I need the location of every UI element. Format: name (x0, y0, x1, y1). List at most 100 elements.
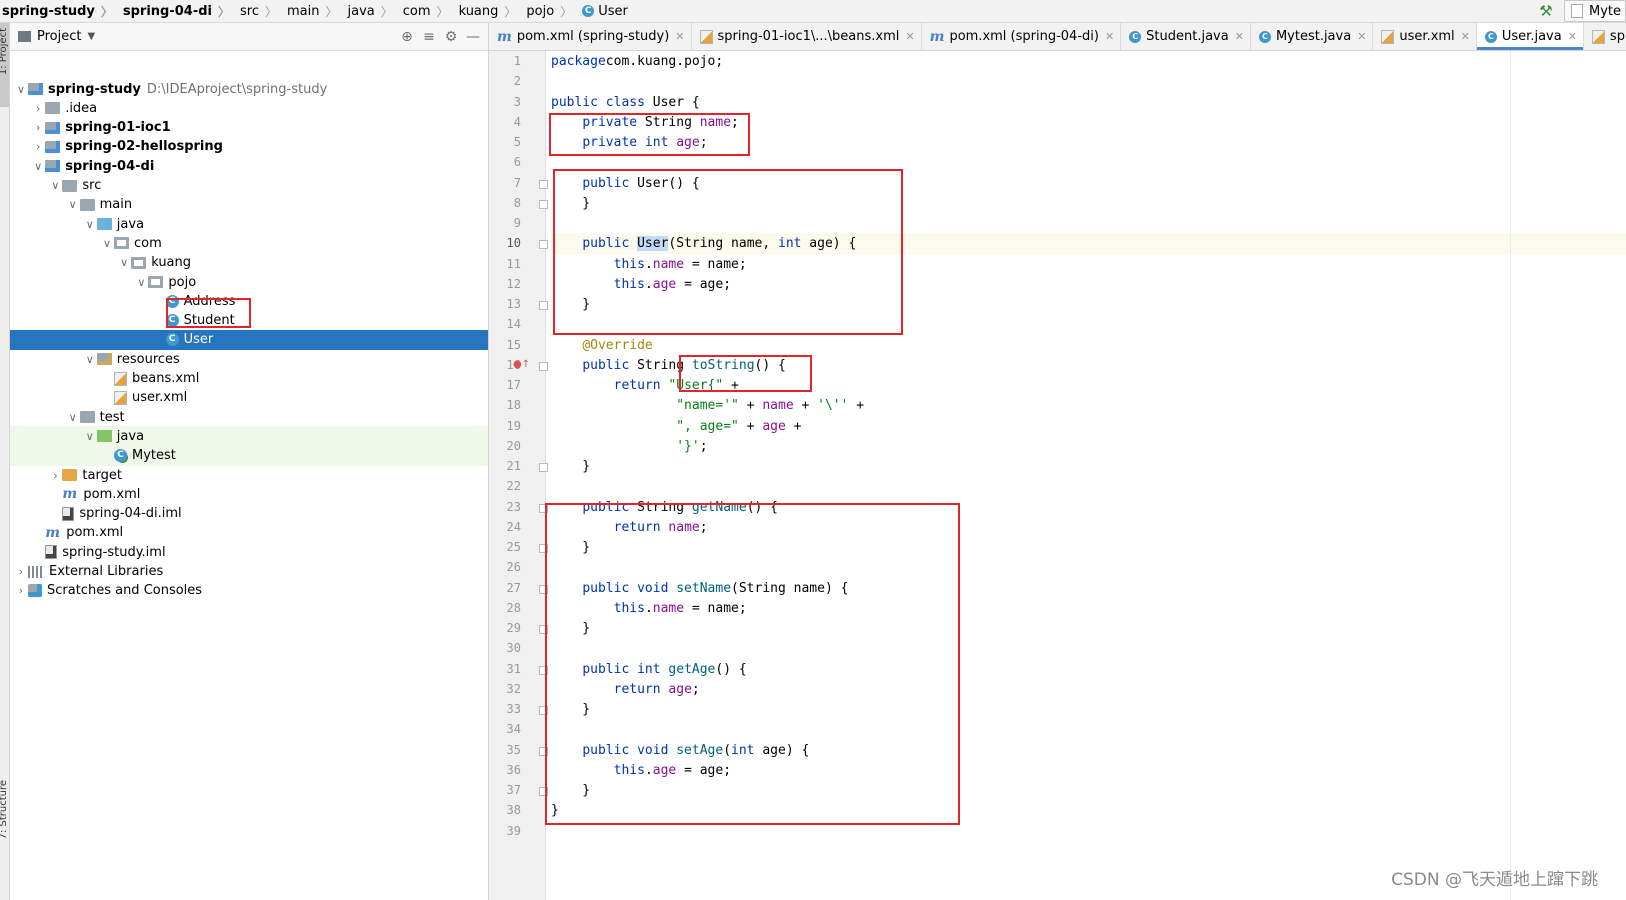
fold-marker-icon[interactable] (539, 706, 548, 715)
code-line[interactable]: this.age = age; (551, 274, 1626, 295)
minimize-icon[interactable]: — (462, 29, 484, 45)
fold-marker-icon[interactable] (539, 625, 548, 634)
tree-item[interactable]: spring-study.iml (10, 542, 488, 562)
fold-marker-icon[interactable] (539, 746, 548, 756)
fold-marker-icon[interactable] (539, 665, 548, 675)
tree-item[interactable]: ∨ src (10, 176, 488, 196)
editor-tab[interactable]: m pom.xml (spring-study) ✕ (489, 23, 692, 50)
tree-item[interactable]: user.xml (10, 388, 488, 408)
tree-item[interactable]: C User (10, 329, 488, 350)
tree-item[interactable]: m pom.xml (10, 484, 488, 504)
code-line[interactable]: "name='" + name + '\'' + (551, 395, 1626, 416)
editor-tab[interactable]: C Mytest.java ✕ (1251, 23, 1374, 50)
editor-tab[interactable]: spring-01-ioc1\...\beans.xml ✕ (692, 23, 922, 50)
tree-item[interactable]: ∨ com (10, 233, 488, 253)
chevron-down-icon[interactable]: ∨ (134, 276, 148, 289)
chevron-down-icon[interactable]: ∨ (117, 256, 131, 269)
tree-item[interactable]: › spring-01-ioc1 (10, 118, 488, 138)
chevron-down-icon[interactable]: ∨ (83, 430, 97, 443)
breadcrumb-item[interactable]: java 〉 (342, 0, 397, 22)
chevron-down-icon[interactable]: ∨ (66, 411, 80, 424)
gear-icon[interactable]: ⚙ (440, 29, 462, 45)
code-line[interactable]: } (551, 618, 1626, 639)
chevron-right-icon[interactable]: › (14, 584, 28, 597)
editor-tab[interactable]: spring-04-di\...\ (1584, 23, 1626, 50)
tree-item[interactable]: m pom.xml (10, 523, 488, 543)
tree-item[interactable]: ∨ java (10, 214, 488, 234)
tree-item[interactable]: › target (10, 465, 488, 485)
breadcrumb-item[interactable]: C User (576, 0, 632, 22)
code-line[interactable] (551, 821, 1626, 842)
code-line[interactable]: public User(String name, int age) { (551, 233, 1626, 255)
breadcrumb-item[interactable]: kuang 〉 (453, 0, 521, 22)
editor-tab[interactable]: m pom.xml (spring-04-di) ✕ (922, 23, 1122, 50)
code-line[interactable] (551, 213, 1626, 234)
chevron-right-icon[interactable]: › (31, 102, 45, 115)
tree-item[interactable]: ∨ resources (10, 349, 488, 369)
chevron-right-icon[interactable]: › (48, 469, 62, 482)
chevron-down-icon[interactable]: ∨ (31, 160, 45, 173)
fold-marker-icon[interactable] (539, 240, 548, 250)
code-line[interactable]: } (551, 294, 1626, 315)
code-line[interactable] (551, 476, 1626, 497)
locate-file-icon[interactable]: ⊕ (396, 29, 418, 45)
code-line[interactable]: this.name = name; (551, 598, 1626, 619)
fold-marker-icon[interactable] (539, 787, 548, 796)
tree-item[interactable]: › External Libraries (10, 562, 488, 582)
code-line[interactable]: public String getName() { (551, 497, 1626, 518)
code-line[interactable]: return age; (551, 679, 1626, 700)
breadcrumb-item[interactable]: pojo 〉 (520, 0, 576, 22)
tree-item[interactable]: spring-04-di.iml (10, 504, 488, 524)
editor-tab[interactable]: user.xml ✕ (1373, 23, 1477, 50)
code-line[interactable]: public User() { (551, 173, 1626, 194)
tree-item[interactable]: C Mytest (10, 445, 488, 466)
code-line[interactable]: private String name; (551, 112, 1626, 133)
close-icon[interactable]: ✕ (675, 30, 684, 43)
code-line[interactable]: this.name = name; (551, 254, 1626, 275)
chevron-down-icon[interactable]: ∨ (83, 353, 97, 366)
fold-marker-icon[interactable] (539, 584, 548, 594)
close-icon[interactable]: ✕ (1105, 30, 1114, 43)
tree-item[interactable]: › Scratches and Consoles (10, 581, 488, 601)
chevron-right-icon[interactable]: › (14, 565, 28, 578)
chevron-down-icon[interactable]: ∨ (66, 198, 80, 211)
run-configuration-selector[interactable]: Myte (1564, 0, 1626, 22)
tree-item[interactable]: C Student (10, 311, 488, 331)
code-line[interactable]: ", age=" + age + (551, 416, 1626, 437)
close-icon[interactable]: ✕ (1568, 30, 1577, 43)
code-line[interactable]: public String toString() { (551, 355, 1626, 376)
tree-item[interactable]: ∨ kuang (10, 253, 488, 273)
code-line[interactable]: } (551, 537, 1626, 558)
code-line[interactable]: private int age; (551, 132, 1626, 153)
code-line[interactable]: } (551, 456, 1626, 477)
tree-item[interactable]: ∨ main (10, 195, 488, 215)
code-line[interactable]: } (551, 699, 1626, 720)
tree-item[interactable]: › .idea (10, 98, 488, 118)
fold-marker-icon[interactable] (539, 463, 548, 472)
tree-item[interactable]: › spring-02-hellospring (10, 137, 488, 157)
code-line[interactable]: packagecom.kuang.pojo; (551, 51, 1626, 72)
code-line[interactable]: '}'; (551, 436, 1626, 457)
project-view-selector[interactable]: Project ▼ (18, 29, 95, 44)
editor-tab[interactable]: C User.java ✕ (1476, 23, 1584, 50)
tree-item[interactable]: ∨ pojo (10, 272, 488, 292)
code-line[interactable] (551, 719, 1626, 740)
code-line[interactable] (551, 638, 1626, 659)
code-line[interactable] (551, 557, 1626, 578)
code-line[interactable]: return "User{" + (551, 375, 1626, 396)
breadcrumb-item[interactable]: spring-study 〉 (0, 0, 117, 22)
code-line[interactable]: public class User { (551, 92, 1626, 113)
close-icon[interactable]: ✕ (905, 30, 914, 43)
tree-item[interactable]: ∨ java (10, 426, 488, 447)
fold-marker-icon[interactable] (539, 179, 548, 189)
fold-marker-icon[interactable] (539, 361, 548, 371)
code-line[interactable] (551, 71, 1626, 92)
close-icon[interactable]: ✕ (1357, 30, 1366, 43)
code-line[interactable]: public void setAge(int age) { (551, 740, 1626, 761)
chevron-down-icon[interactable]: ∨ (100, 237, 114, 250)
code-line[interactable]: } (551, 800, 1626, 821)
tree-item[interactable]: ∨ spring-study D:\IDEAproject\spring-study (10, 79, 488, 99)
fold-marker-icon[interactable] (539, 544, 548, 553)
project-tool-tab-label[interactable]: 1: Project (0, 28, 9, 75)
tree-item[interactable]: C Address (10, 291, 488, 311)
